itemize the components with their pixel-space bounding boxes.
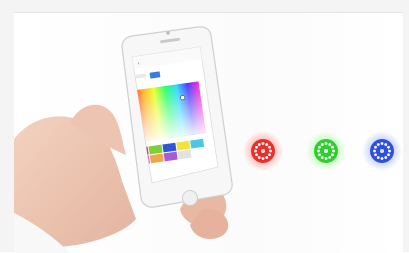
picker-cursor — [180, 95, 186, 101]
product-photo: ‹ — [14, 12, 403, 253]
phone-hand-illustration: ‹ — [14, 26, 233, 253]
phone: ‹ — [121, 26, 233, 208]
product-image-frame: ‹ — [0, 0, 409, 253]
